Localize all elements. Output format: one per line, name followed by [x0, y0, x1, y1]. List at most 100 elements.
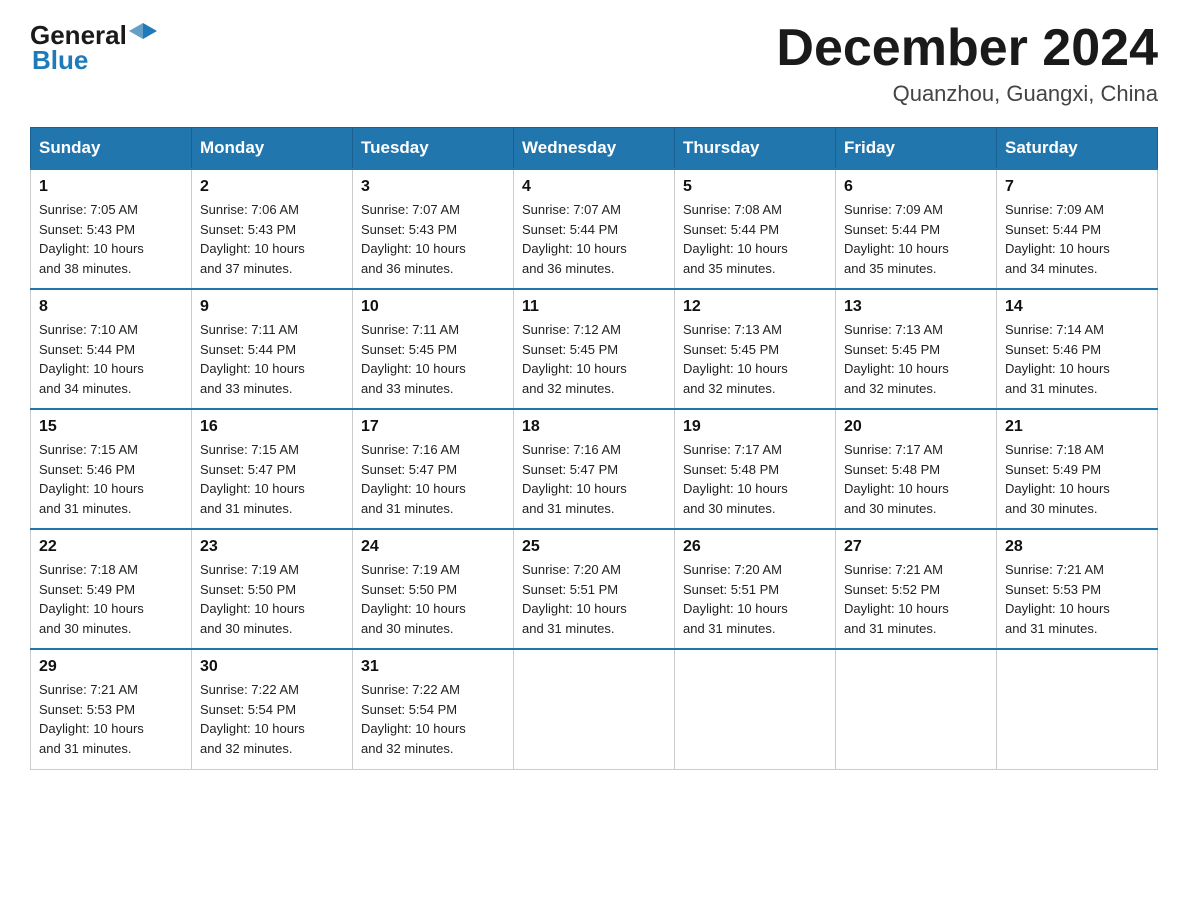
calendar-cell: 8 Sunrise: 7:10 AMSunset: 5:44 PMDayligh… — [31, 289, 192, 409]
day-number: 20 — [844, 418, 988, 436]
day-info: Sunrise: 7:20 AMSunset: 5:51 PMDaylight:… — [522, 560, 666, 638]
day-number: 2 — [200, 178, 344, 196]
day-info: Sunrise: 7:21 AMSunset: 5:53 PMDaylight:… — [39, 680, 183, 758]
weekday-header-saturday: Saturday — [997, 128, 1158, 170]
day-info: Sunrise: 7:19 AMSunset: 5:50 PMDaylight:… — [200, 560, 344, 638]
day-number: 15 — [39, 418, 183, 436]
calendar-cell — [675, 649, 836, 769]
calendar-cell: 16 Sunrise: 7:15 AMSunset: 5:47 PMDaylig… — [192, 409, 353, 529]
day-number: 19 — [683, 418, 827, 436]
weekday-header-wednesday: Wednesday — [514, 128, 675, 170]
day-number: 24 — [361, 538, 505, 556]
day-info: Sunrise: 7:09 AMSunset: 5:44 PMDaylight:… — [844, 200, 988, 278]
day-number: 13 — [844, 298, 988, 316]
calendar-cell: 31 Sunrise: 7:22 AMSunset: 5:54 PMDaylig… — [353, 649, 514, 769]
day-info: Sunrise: 7:09 AMSunset: 5:44 PMDaylight:… — [1005, 200, 1149, 278]
calendar-cell: 9 Sunrise: 7:11 AMSunset: 5:44 PMDayligh… — [192, 289, 353, 409]
day-number: 11 — [522, 298, 666, 316]
day-number: 21 — [1005, 418, 1149, 436]
calendar-cell: 24 Sunrise: 7:19 AMSunset: 5:50 PMDaylig… — [353, 529, 514, 649]
calendar-week-row: 15 Sunrise: 7:15 AMSunset: 5:46 PMDaylig… — [31, 409, 1158, 529]
title-block: December 2024 Quanzhou, Guangxi, China — [776, 20, 1158, 107]
day-number: 17 — [361, 418, 505, 436]
calendar-cell: 3 Sunrise: 7:07 AMSunset: 5:43 PMDayligh… — [353, 169, 514, 289]
day-info: Sunrise: 7:15 AMSunset: 5:47 PMDaylight:… — [200, 440, 344, 518]
calendar-cell: 13 Sunrise: 7:13 AMSunset: 5:45 PMDaylig… — [836, 289, 997, 409]
day-info: Sunrise: 7:16 AMSunset: 5:47 PMDaylight:… — [361, 440, 505, 518]
calendar-cell: 1 Sunrise: 7:05 AMSunset: 5:43 PMDayligh… — [31, 169, 192, 289]
day-info: Sunrise: 7:20 AMSunset: 5:51 PMDaylight:… — [683, 560, 827, 638]
calendar-cell: 7 Sunrise: 7:09 AMSunset: 5:44 PMDayligh… — [997, 169, 1158, 289]
calendar-table: SundayMondayTuesdayWednesdayThursdayFrid… — [30, 127, 1158, 770]
day-number: 9 — [200, 298, 344, 316]
day-info: Sunrise: 7:17 AMSunset: 5:48 PMDaylight:… — [683, 440, 827, 518]
calendar-cell: 19 Sunrise: 7:17 AMSunset: 5:48 PMDaylig… — [675, 409, 836, 529]
day-info: Sunrise: 7:16 AMSunset: 5:47 PMDaylight:… — [522, 440, 666, 518]
calendar-cell: 5 Sunrise: 7:08 AMSunset: 5:44 PMDayligh… — [675, 169, 836, 289]
day-number: 5 — [683, 178, 827, 196]
weekday-header-tuesday: Tuesday — [353, 128, 514, 170]
calendar-cell: 28 Sunrise: 7:21 AMSunset: 5:53 PMDaylig… — [997, 529, 1158, 649]
day-number: 16 — [200, 418, 344, 436]
day-info: Sunrise: 7:13 AMSunset: 5:45 PMDaylight:… — [683, 320, 827, 398]
day-info: Sunrise: 7:14 AMSunset: 5:46 PMDaylight:… — [1005, 320, 1149, 398]
calendar-cell: 11 Sunrise: 7:12 AMSunset: 5:45 PMDaylig… — [514, 289, 675, 409]
calendar-cell: 22 Sunrise: 7:18 AMSunset: 5:49 PMDaylig… — [31, 529, 192, 649]
calendar-cell: 20 Sunrise: 7:17 AMSunset: 5:48 PMDaylig… — [836, 409, 997, 529]
day-info: Sunrise: 7:21 AMSunset: 5:52 PMDaylight:… — [844, 560, 988, 638]
calendar-week-row: 22 Sunrise: 7:18 AMSunset: 5:49 PMDaylig… — [31, 529, 1158, 649]
day-number: 14 — [1005, 298, 1149, 316]
calendar-cell: 29 Sunrise: 7:21 AMSunset: 5:53 PMDaylig… — [31, 649, 192, 769]
calendar-week-row: 1 Sunrise: 7:05 AMSunset: 5:43 PMDayligh… — [31, 169, 1158, 289]
calendar-week-row: 29 Sunrise: 7:21 AMSunset: 5:53 PMDaylig… — [31, 649, 1158, 769]
weekday-header-row: SundayMondayTuesdayWednesdayThursdayFrid… — [31, 128, 1158, 170]
day-info: Sunrise: 7:12 AMSunset: 5:45 PMDaylight:… — [522, 320, 666, 398]
day-number: 18 — [522, 418, 666, 436]
weekday-header-thursday: Thursday — [675, 128, 836, 170]
day-info: Sunrise: 7:06 AMSunset: 5:43 PMDaylight:… — [200, 200, 344, 278]
day-number: 28 — [1005, 538, 1149, 556]
calendar-week-row: 8 Sunrise: 7:10 AMSunset: 5:44 PMDayligh… — [31, 289, 1158, 409]
day-info: Sunrise: 7:21 AMSunset: 5:53 PMDaylight:… — [1005, 560, 1149, 638]
location-subtitle: Quanzhou, Guangxi, China — [776, 81, 1158, 107]
calendar-cell — [997, 649, 1158, 769]
day-number: 25 — [522, 538, 666, 556]
day-info: Sunrise: 7:07 AMSunset: 5:44 PMDaylight:… — [522, 200, 666, 278]
calendar-cell: 27 Sunrise: 7:21 AMSunset: 5:52 PMDaylig… — [836, 529, 997, 649]
calendar-cell: 23 Sunrise: 7:19 AMSunset: 5:50 PMDaylig… — [192, 529, 353, 649]
calendar-cell: 26 Sunrise: 7:20 AMSunset: 5:51 PMDaylig… — [675, 529, 836, 649]
day-number: 23 — [200, 538, 344, 556]
weekday-header-monday: Monday — [192, 128, 353, 170]
day-number: 26 — [683, 538, 827, 556]
calendar-cell: 12 Sunrise: 7:13 AMSunset: 5:45 PMDaylig… — [675, 289, 836, 409]
day-number: 3 — [361, 178, 505, 196]
day-number: 6 — [844, 178, 988, 196]
logo-blue-text: Blue — [32, 45, 88, 76]
day-number: 27 — [844, 538, 988, 556]
day-info: Sunrise: 7:17 AMSunset: 5:48 PMDaylight:… — [844, 440, 988, 518]
logo: General Blue — [30, 20, 157, 76]
day-info: Sunrise: 7:07 AMSunset: 5:43 PMDaylight:… — [361, 200, 505, 278]
calendar-cell: 21 Sunrise: 7:18 AMSunset: 5:49 PMDaylig… — [997, 409, 1158, 529]
calendar-cell — [514, 649, 675, 769]
calendar-cell: 25 Sunrise: 7:20 AMSunset: 5:51 PMDaylig… — [514, 529, 675, 649]
weekday-header-sunday: Sunday — [31, 128, 192, 170]
calendar-cell: 6 Sunrise: 7:09 AMSunset: 5:44 PMDayligh… — [836, 169, 997, 289]
day-info: Sunrise: 7:05 AMSunset: 5:43 PMDaylight:… — [39, 200, 183, 278]
calendar-cell: 14 Sunrise: 7:14 AMSunset: 5:46 PMDaylig… — [997, 289, 1158, 409]
day-info: Sunrise: 7:08 AMSunset: 5:44 PMDaylight:… — [683, 200, 827, 278]
day-info: Sunrise: 7:11 AMSunset: 5:45 PMDaylight:… — [361, 320, 505, 398]
page-title: December 2024 — [776, 20, 1158, 77]
day-number: 31 — [361, 658, 505, 676]
calendar-cell: 30 Sunrise: 7:22 AMSunset: 5:54 PMDaylig… — [192, 649, 353, 769]
day-info: Sunrise: 7:11 AMSunset: 5:44 PMDaylight:… — [200, 320, 344, 398]
logo-flag-icon — [129, 21, 157, 49]
day-info: Sunrise: 7:22 AMSunset: 5:54 PMDaylight:… — [200, 680, 344, 758]
day-info: Sunrise: 7:22 AMSunset: 5:54 PMDaylight:… — [361, 680, 505, 758]
day-number: 30 — [200, 658, 344, 676]
day-number: 1 — [39, 178, 183, 196]
day-info: Sunrise: 7:13 AMSunset: 5:45 PMDaylight:… — [844, 320, 988, 398]
calendar-cell: 2 Sunrise: 7:06 AMSunset: 5:43 PMDayligh… — [192, 169, 353, 289]
calendar-cell: 18 Sunrise: 7:16 AMSunset: 5:47 PMDaylig… — [514, 409, 675, 529]
calendar-cell: 4 Sunrise: 7:07 AMSunset: 5:44 PMDayligh… — [514, 169, 675, 289]
